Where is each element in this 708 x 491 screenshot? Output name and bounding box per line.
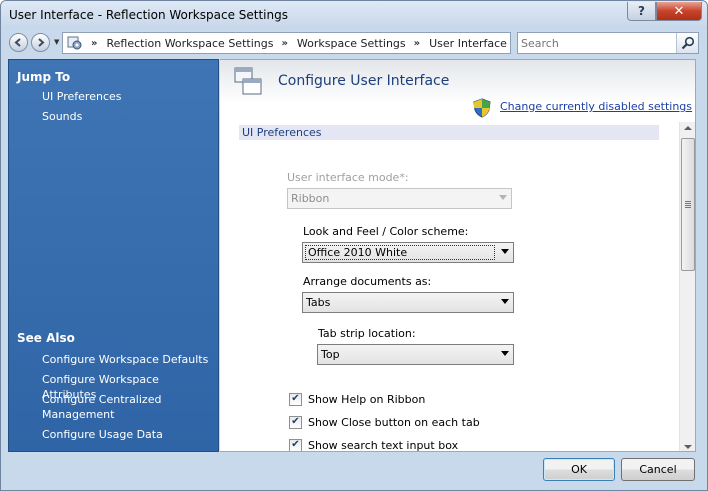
arrange-documents-label: Arrange documents as:	[303, 275, 432, 288]
back-button[interactable]	[9, 33, 28, 52]
forward-arrow-icon	[38, 38, 45, 47]
breadcrumb-user-interface[interactable]: User Interface	[429, 37, 507, 50]
breadcrumb: » Reflection Workspace Settings » Worksp…	[62, 32, 511, 54]
breadcrumb-reflection-workspace-settings[interactable]: Reflection Workspace Settings	[106, 37, 273, 50]
tab-strip-location-dropdown[interactable]: Top	[317, 344, 514, 365]
ui-mode-label: User interface mode*:	[287, 171, 409, 184]
section-header: UI Preferences	[239, 125, 659, 140]
chevron-down-icon	[501, 299, 509, 304]
jump-to-heading: Jump To	[17, 70, 71, 84]
ui-mode-dropdown: Ribbon	[287, 188, 512, 209]
search-icon	[681, 36, 694, 50]
show-close-button-label: Show Close button on each tab	[308, 415, 480, 429]
jump-link-ui-preferences[interactable]: UI Preferences	[42, 89, 214, 104]
tab-strip-location-label: Tab strip location:	[318, 327, 416, 340]
show-search-box-checkbox[interactable]: ✔	[289, 438, 302, 451]
section-title-ui-preferences: UI Preferences	[242, 126, 322, 139]
settings-app-icon	[67, 36, 82, 50]
scrollbar-thumb[interactable]	[681, 138, 695, 271]
search-box	[517, 32, 699, 54]
grip-line	[685, 201, 691, 202]
show-search-box-option[interactable]: ✔ Show search text input box	[289, 437, 459, 452]
chevron-down-icon	[499, 195, 507, 200]
address-bar: ▼ » Reflection Workspace Settings » Work…	[6, 30, 702, 57]
show-help-on-ribbon-option[interactable]: ✔ Show Help on Ribbon	[289, 391, 425, 407]
settings-window: User Interface - Reflection Workspace Se…	[0, 0, 708, 491]
tab-strip-location-value: Top	[321, 348, 340, 361]
see-also-configure-usage-data[interactable]: Configure Usage Data	[42, 427, 214, 442]
chevron-down-icon	[501, 351, 509, 356]
search-input[interactable]	[518, 33, 676, 53]
breadcrumb-workspace-settings[interactable]: Workspace Settings	[297, 37, 406, 50]
title-bar: User Interface - Reflection Workspace Se…	[1, 1, 707, 29]
cancel-button[interactable]: Cancel	[621, 458, 695, 481]
see-also-configure-workspace-defaults[interactable]: Configure Workspace Defaults	[42, 352, 214, 367]
window-title: User Interface - Reflection Workspace Se…	[9, 8, 288, 22]
color-scheme-value: Office 2010 White	[305, 245, 495, 260]
history-dropdown-icon[interactable]: ▼	[54, 38, 59, 46]
search-button[interactable]	[676, 33, 698, 53]
breadcrumb-separator: »	[91, 37, 98, 49]
show-help-on-ribbon-label: Show Help on Ribbon	[308, 392, 426, 406]
grip-line	[685, 205, 691, 206]
show-close-button-option[interactable]: ✔ Show Close button on each tab	[289, 414, 480, 430]
arrange-documents-value: Tabs	[306, 296, 331, 309]
content-header: Configure User Interface Change currentl…	[220, 60, 695, 122]
help-button[interactable]: ?	[627, 2, 656, 21]
ok-button[interactable]: OK	[543, 458, 615, 481]
scroll-down-arrow-icon[interactable]	[684, 445, 692, 449]
change-disabled-settings-link[interactable]: Change currently disabled settings	[500, 100, 692, 113]
breadcrumb-separator: »	[413, 37, 421, 49]
see-also-heading: See Also	[17, 331, 75, 345]
arrange-documents-dropdown[interactable]: Tabs	[302, 292, 514, 313]
show-search-box-label: Show search text input box	[308, 438, 459, 452]
jump-link-sounds[interactable]: Sounds	[42, 109, 214, 124]
chevron-down-icon	[501, 249, 509, 254]
show-help-on-ribbon-checkbox[interactable]: ✔	[289, 392, 302, 406]
back-arrow-icon	[14, 38, 21, 47]
settings-scroll-area: UI Preferences User interface mode*: Rib…	[220, 122, 695, 452]
grip-line	[685, 203, 691, 204]
color-scheme-dropdown[interactable]: Office 2010 White	[302, 242, 514, 263]
scroll-up-arrow-icon[interactable]	[684, 126, 692, 130]
uac-shield-icon	[473, 98, 491, 118]
see-also-configure-centralized-management[interactable]: Configure Centralized Management	[42, 392, 162, 422]
left-nav-pane: Jump To UI Preferences Sounds See Also C…	[8, 59, 219, 452]
settings-content-pane: Configure User Interface Change currentl…	[220, 59, 696, 452]
vertical-scrollbar[interactable]	[679, 122, 695, 451]
color-scheme-label: Look and Feel / Color scheme:	[303, 225, 469, 238]
grip-line	[685, 207, 691, 208]
breadcrumb-separator: »	[281, 37, 288, 49]
ui-mode-value: Ribbon	[291, 192, 330, 205]
forward-button[interactable]	[31, 33, 50, 52]
show-close-button-checkbox[interactable]: ✔	[289, 415, 302, 429]
configure-ui-icon	[234, 67, 262, 95]
close-button[interactable]: ✕	[656, 2, 702, 21]
page-title: Configure User Interface	[278, 73, 450, 89]
